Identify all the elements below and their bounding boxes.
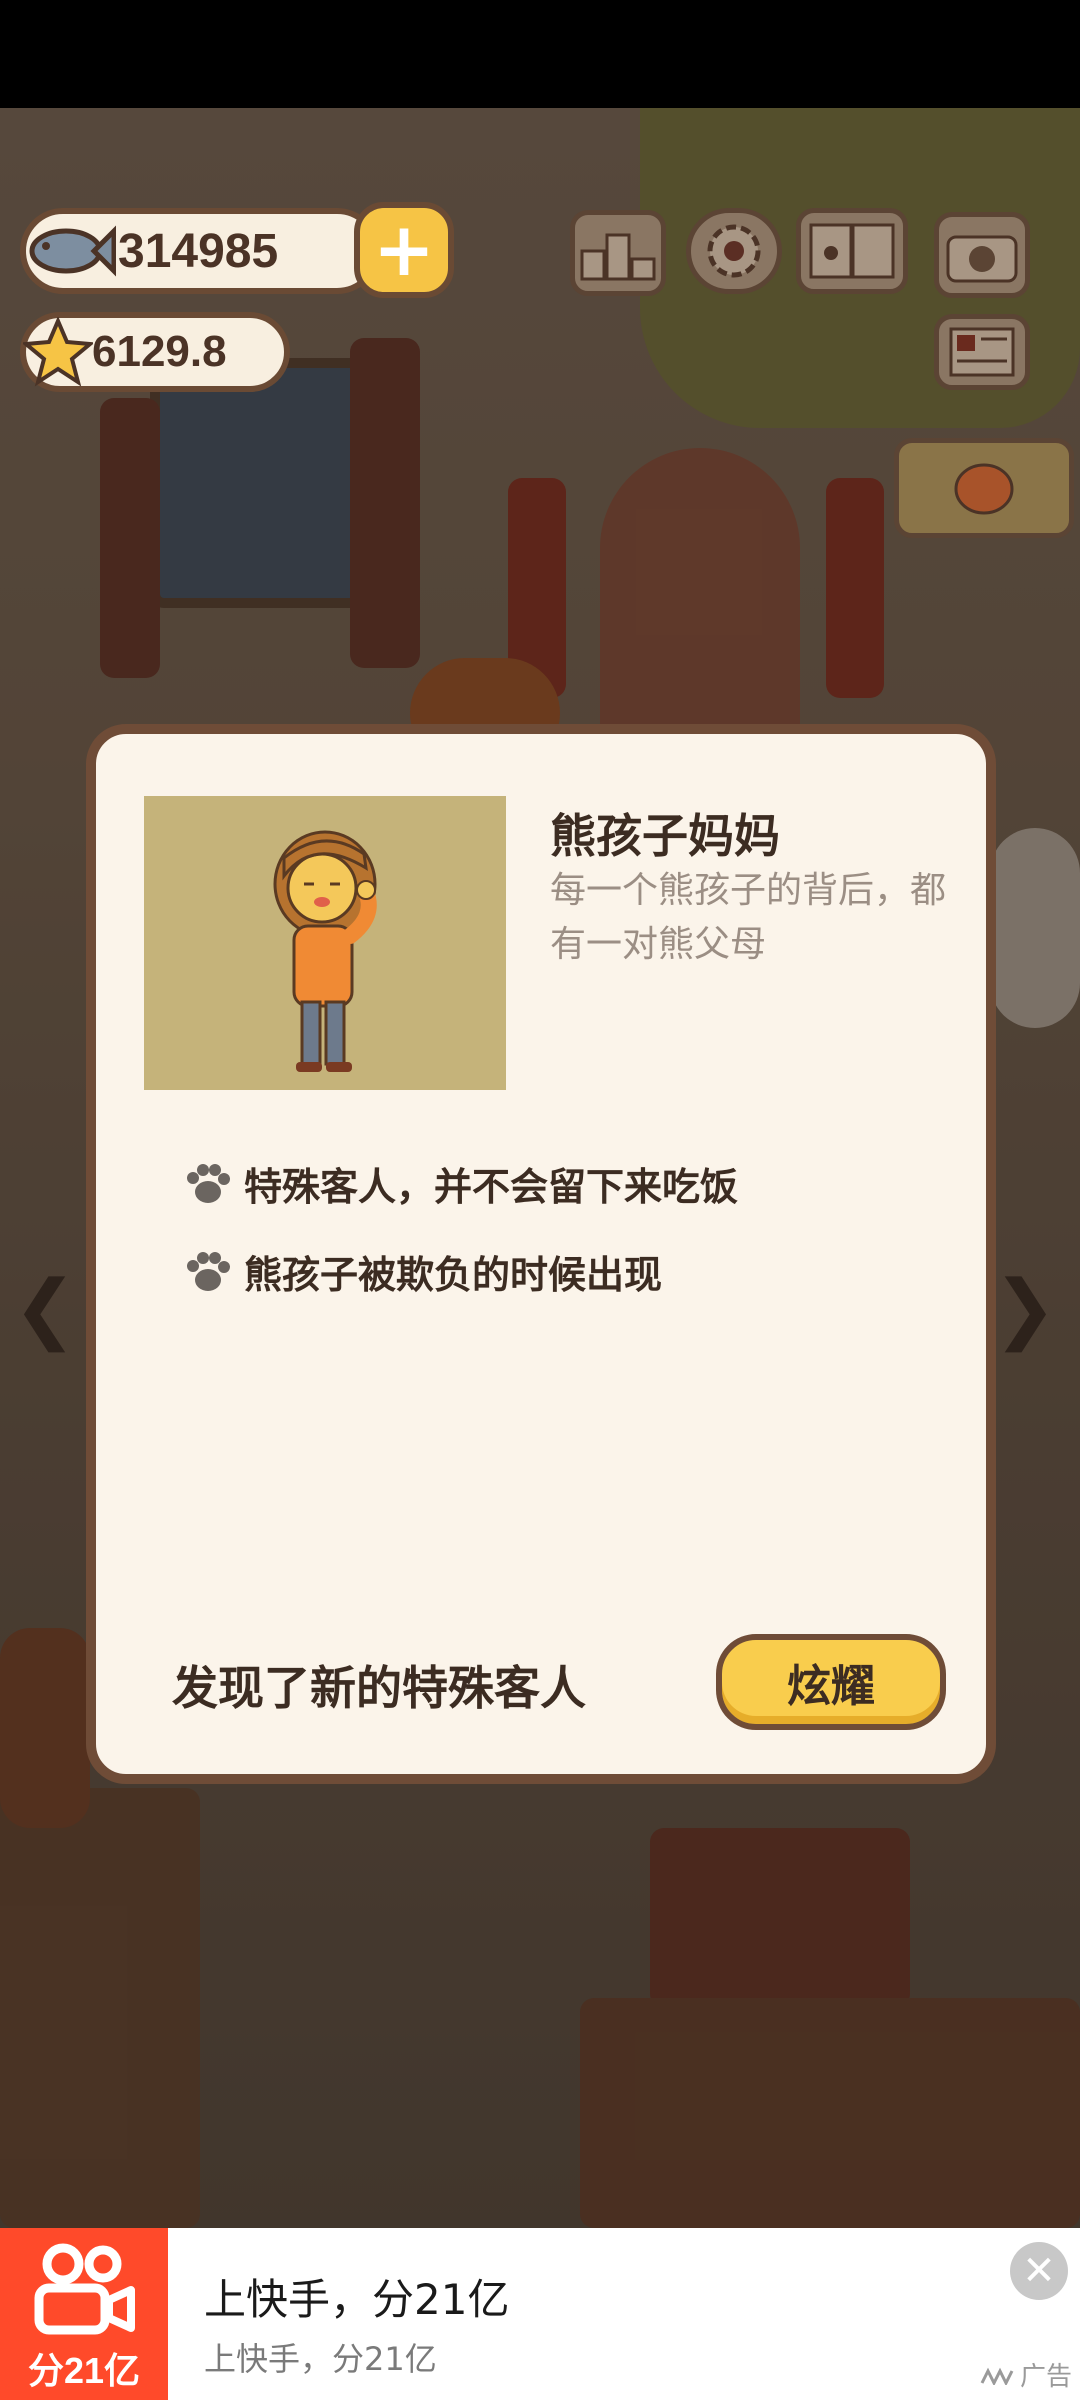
ad-label: 广告: [980, 2356, 1072, 2393]
trait-text: 熊孩子被欺负的时候出现: [244, 1253, 663, 1297]
ad-logo-text: 分21亿: [27, 2350, 141, 2391]
plus-icon: +: [372, 207, 435, 293]
trait-item: 熊孩子被欺负的时候出现: [184, 1244, 662, 1299]
fish-count: 314985: [118, 224, 279, 278]
trait-text: 特殊客人，并不会留下来吃饭: [244, 1165, 739, 1209]
previous-arrow-icon[interactable]: ❮: [13, 1252, 77, 1362]
found-new-guest-text: 发现了新的特殊客人: [172, 1661, 586, 1715]
guest-description: 每一个熊孩子的背后，都有一对熊父母: [550, 870, 947, 965]
special-guest-dialog: 熊孩子妈妈 每一个熊孩子的背后，都有一对熊父母 特殊客人，并不会留下来吃饭 熊孩…: [86, 724, 996, 1784]
paw-icon: [184, 1250, 244, 1294]
star-rating-pill: 6129.8: [20, 312, 290, 392]
camera-logo-icon: [34, 2243, 135, 2335]
fish-icon: [20, 208, 120, 294]
ad-label-text: 广告: [1020, 2362, 1073, 2392]
paw-book-icon[interactable]: [796, 208, 908, 294]
boast-button[interactable]: 炫耀: [716, 1634, 946, 1730]
lantern-icon[interactable]: [894, 438, 1074, 538]
newspaper-icon[interactable]: [934, 314, 1030, 390]
star-count: 6129.8: [92, 327, 227, 376]
settings-icon[interactable]: [686, 208, 782, 294]
ad-subtitle[interactable]: 上快手，分21亿: [204, 2334, 437, 2380]
ad-banner[interactable]: 分21亿 上快手，分21亿 上快手，分21亿 ✕ 广告: [0, 2228, 1080, 2400]
ad-close-button[interactable]: ✕: [1010, 2242, 1068, 2300]
guest-portrait: [144, 796, 506, 1090]
fish-currency-pill: 314985: [20, 208, 380, 294]
kuaishou-logo[interactable]: 分21亿: [0, 2228, 168, 2400]
camera-icon[interactable]: [934, 212, 1030, 298]
trait-item: 特殊客人，并不会留下来吃饭: [184, 1156, 738, 1211]
add-fish-button[interactable]: +: [354, 202, 454, 298]
paw-icon: [184, 1162, 244, 1206]
ad-title[interactable]: 上快手，分21亿: [204, 2266, 509, 2327]
star-icon: [20, 310, 96, 394]
close-icon: ✕: [1022, 2248, 1056, 2294]
guest-name: 熊孩子妈妈: [550, 809, 780, 863]
ad-provider-icon: [980, 2367, 1014, 2385]
next-arrow-icon[interactable]: ❯: [993, 1252, 1057, 1362]
status-bar: [0, 0, 1080, 108]
leaderboard-icon[interactable]: [570, 210, 666, 296]
